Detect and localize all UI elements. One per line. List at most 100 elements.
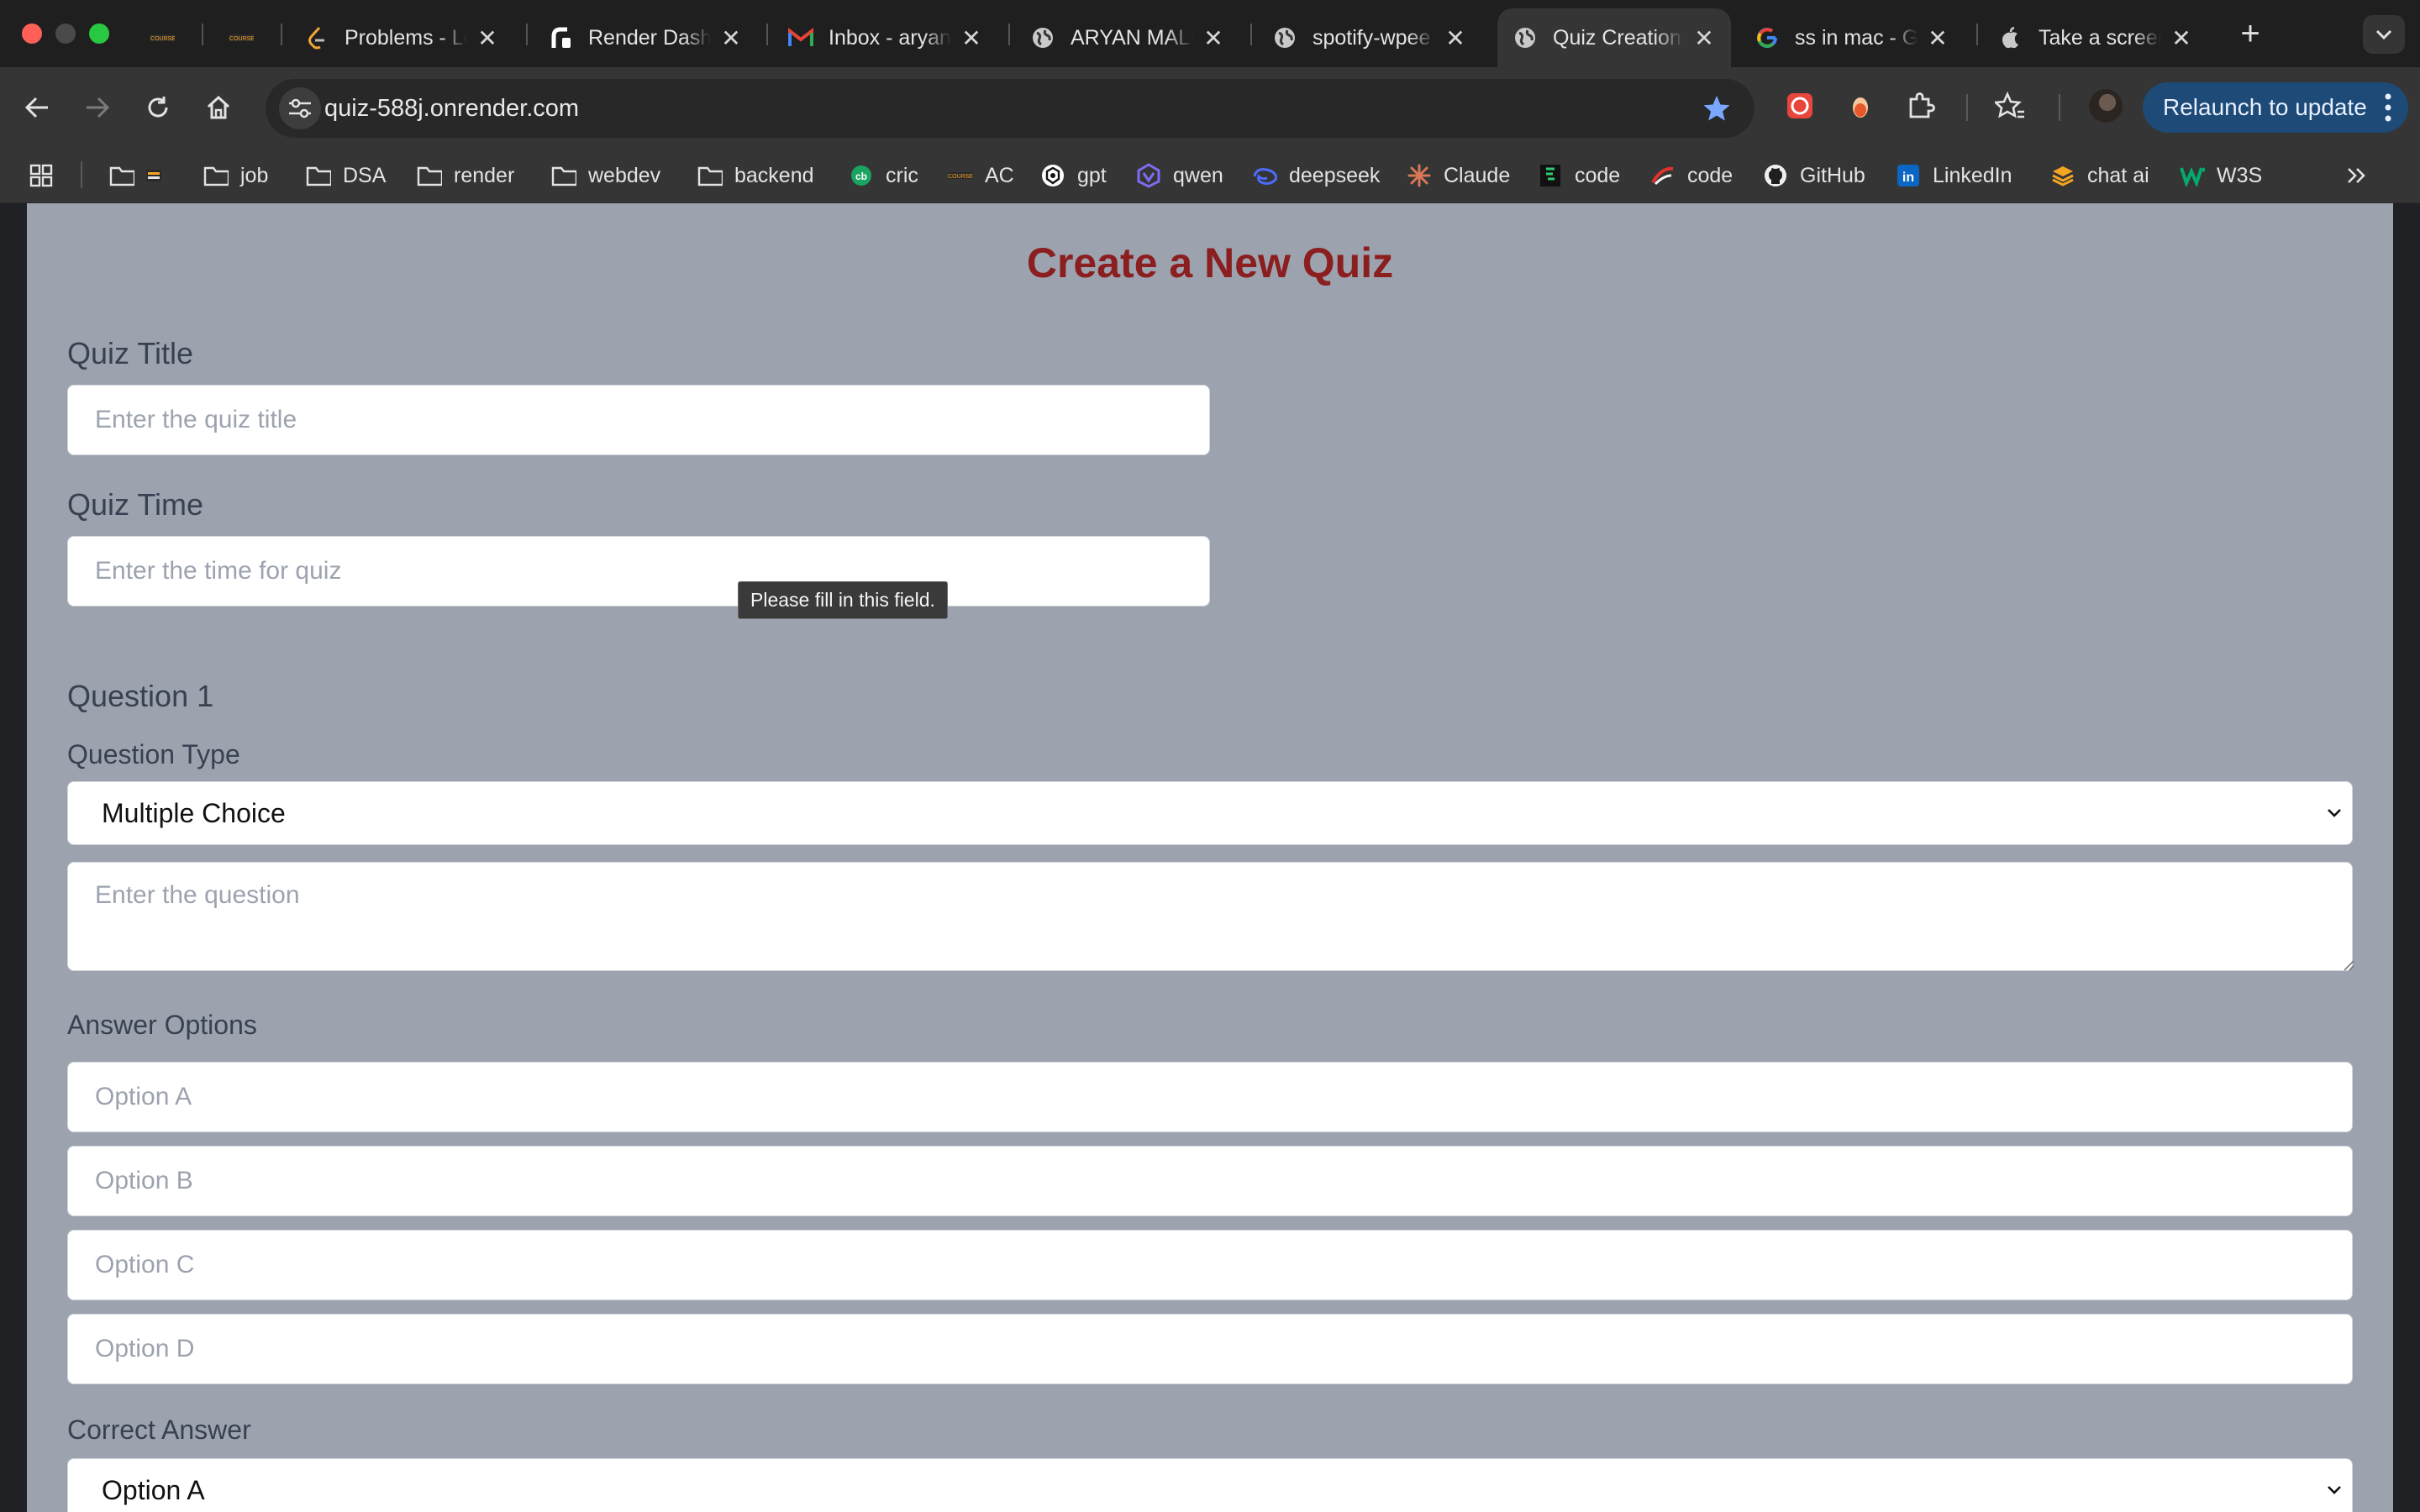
tab-separator: [1250, 24, 1252, 45]
tab-title: Quiz Creation: [1553, 25, 1681, 50]
bookmark-folder-webdev[interactable]: webdev: [551, 148, 660, 203]
reload-button[interactable]: [138, 87, 178, 128]
quiz-title-input[interactable]: [67, 385, 1210, 455]
folder-icon: [109, 163, 134, 188]
tab-title: spotify-wpee: [1313, 25, 1431, 50]
close-icon[interactable]: ✕: [1202, 24, 1225, 52]
quiz-title-label: Quiz Title: [67, 336, 194, 370]
bookmark-folder-job[interactable]: job: [203, 148, 268, 203]
question-textarea[interactable]: [67, 862, 2353, 971]
bookmark-github[interactable]: GitHub: [1763, 148, 1865, 203]
tab-separator: [202, 24, 203, 45]
bookmark-label: job: [240, 163, 269, 187]
quiz-time-label: Quiz Time: [67, 487, 204, 522]
relaunch-label: Relaunch to update: [2163, 94, 2367, 120]
svg-text:COURSE: COURSE: [150, 36, 175, 42]
address-bar[interactable]: quiz-588j.onrender.com: [266, 79, 1754, 138]
bookmark-folder-render[interactable]: render: [417, 148, 514, 203]
back-button[interactable]: [17, 87, 57, 128]
bookmark-code[interactable]: code: [1650, 148, 1733, 203]
bookmark-label: Claude: [1444, 163, 1511, 187]
more-bookmarks-button[interactable]: [2344, 148, 2381, 203]
bookmark-w3s[interactable]: W3S: [2180, 148, 2262, 203]
home-button[interactable]: [198, 87, 239, 128]
folder-icon: [203, 163, 229, 188]
bookmark-label: GitHub: [1800, 163, 1865, 187]
chat-ai-icon: [2050, 163, 2075, 188]
quiz-time-input[interactable]: [67, 536, 1210, 606]
bookmark-star-button[interactable]: [1702, 94, 1731, 127]
bookmark-linkedin[interactable]: in LinkedIn: [1896, 148, 2012, 203]
render-icon: [548, 25, 573, 50]
svg-text:in: in: [1902, 171, 1914, 185]
tab-pinned-coursera-1[interactable]: COURSE: [141, 8, 188, 67]
page-title: Create a New Quiz: [1026, 239, 1394, 286]
profile-avatar[interactable]: [2089, 89, 2123, 123]
apps-button[interactable]: [29, 148, 54, 203]
bookmark-cric[interactable]: cb cric: [849, 148, 918, 203]
bookmark-code[interactable]: code: [1538, 148, 1620, 203]
chevron-double-right-icon: [2344, 163, 2370, 188]
resize-grip-icon[interactable]: [2343, 959, 2354, 975]
code-icon: [1538, 163, 1563, 188]
url-text[interactable]: quiz-588j.onrender.com: [324, 79, 579, 138]
bookmark-folder-backend[interactable]: backend: [697, 148, 814, 203]
google-icon: [1754, 25, 1780, 50]
reading-list-button[interactable]: [1991, 87, 2028, 124]
bookmark-ac[interactable]: COURSE AC: [948, 148, 1014, 203]
code-icon: [1650, 163, 1676, 188]
forward-button[interactable]: [77, 87, 118, 128]
extension-button[interactable]: [1842, 87, 1879, 124]
svg-text:COURSE: COURSE: [229, 36, 254, 42]
tab-apple-support[interactable]: Take a screenshot ✕: [1983, 8, 2208, 67]
site-info-button[interactable]: [279, 87, 321, 129]
tab-render-dashboard[interactable]: Render Dashboard ✕: [533, 8, 758, 67]
extension-button[interactable]: [1781, 87, 1818, 124]
bookmark-folder-dsa[interactable]: DSA: [306, 148, 386, 203]
correct-answer-select[interactable]: Option A: [67, 1458, 2353, 1512]
tab-pinned-coursera-2[interactable]: COURSE: [220, 8, 267, 67]
close-icon[interactable]: ✕: [1926, 24, 1949, 52]
tab-quiz-creation[interactable]: Quiz Creation ✕: [1497, 8, 1731, 67]
quiz-form-card: Create a New Quiz Quiz Title Quiz Time Q…: [27, 203, 2393, 1512]
tab-gmail-inbox[interactable]: Inbox - aryan ✕: [773, 8, 998, 67]
star-list-icon: [1995, 92, 2024, 118]
tab-separator: [1976, 24, 1978, 45]
relaunch-update-button[interactable]: Relaunch to update: [2143, 82, 2408, 133]
tab-aryan-malik[interactable]: ARYAN MALIK ✕: [1015, 8, 1240, 67]
close-window-button[interactable]: [22, 24, 42, 44]
bookmark-chat-ai[interactable]: chat ai: [2050, 148, 2149, 203]
folder-icon: [551, 163, 576, 188]
home-icon: [207, 95, 230, 119]
minimize-window-button[interactable]: [55, 24, 76, 44]
bookmark-deepseek[interactable]: deepseek: [1252, 148, 1380, 203]
bookmark-qwen[interactable]: qwen: [1136, 148, 1223, 203]
bookmark-gpt[interactable]: gpt: [1040, 148, 1107, 203]
tab-search-button[interactable]: [2363, 15, 2405, 54]
github-icon: [1763, 163, 1788, 188]
close-icon[interactable]: ✕: [476, 24, 499, 52]
new-tab-button[interactable]: +: [2232, 13, 2269, 54]
bookmark-label: W3S: [2217, 163, 2263, 187]
option-c-input[interactable]: [67, 1230, 2353, 1300]
option-a-input[interactable]: [67, 1062, 2353, 1132]
bookmark-folder[interactable]: [109, 148, 178, 203]
bookmark-claude[interactable]: Claude: [1407, 148, 1510, 203]
puzzle-icon: [1909, 92, 1935, 118]
question-type-select[interactable]: Multiple Choice: [67, 781, 2353, 845]
option-d-input[interactable]: [67, 1314, 2353, 1384]
tab-leetcode[interactable]: Problems - LeetCode ✕: [289, 8, 514, 67]
close-icon[interactable]: ✕: [2170, 24, 2193, 52]
close-icon[interactable]: ✕: [1692, 24, 1716, 52]
tab-google-search[interactable]: ss in mac - Google ✕: [1739, 8, 1965, 67]
w3schools-icon: [2180, 163, 2205, 188]
extensions-menu-button[interactable]: [1902, 87, 1939, 124]
close-icon[interactable]: ✕: [1444, 24, 1467, 52]
zoom-window-button[interactable]: [89, 24, 109, 44]
folder-icon: [417, 163, 442, 188]
kebab-menu-icon[interactable]: [2385, 92, 2391, 129]
close-icon[interactable]: ✕: [960, 24, 983, 52]
tab-spotify-wpee[interactable]: spotify-wpee ✕: [1257, 8, 1482, 67]
option-b-input[interactable]: [67, 1146, 2353, 1216]
close-icon[interactable]: ✕: [719, 24, 743, 52]
